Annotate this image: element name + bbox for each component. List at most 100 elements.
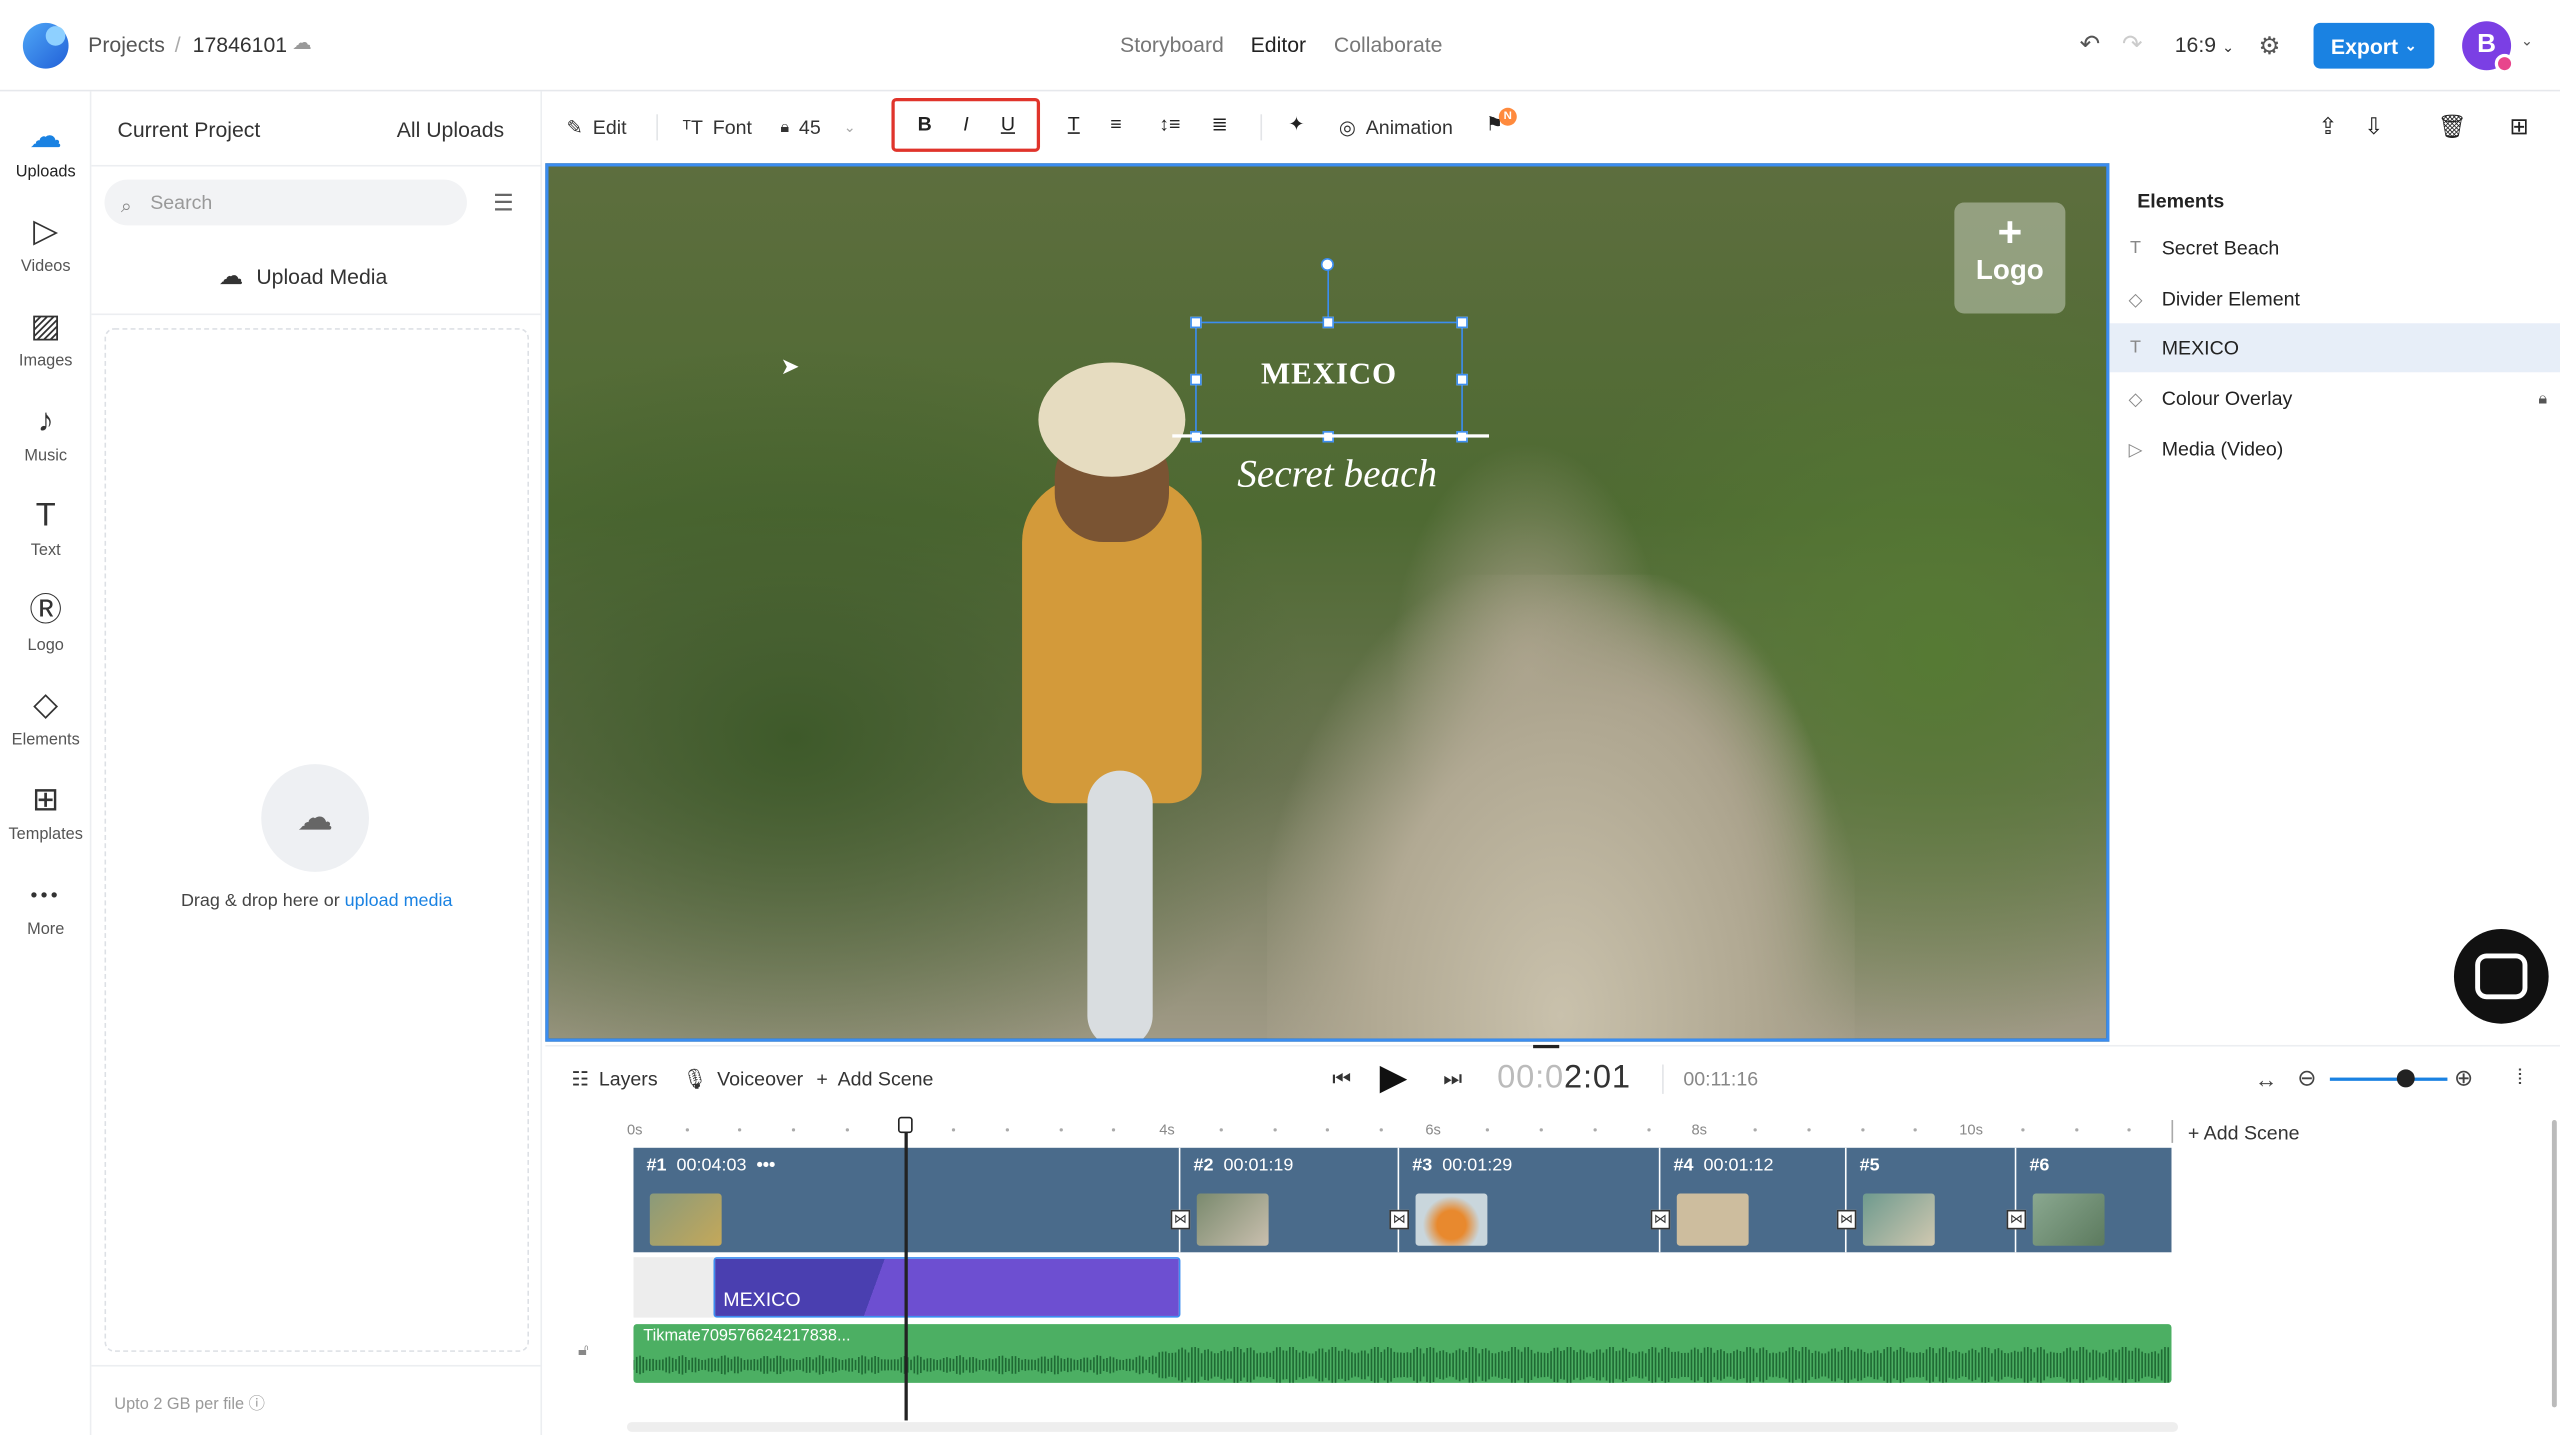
resize-handle[interactable] (1190, 316, 1202, 329)
resize-handle[interactable] (1456, 316, 1468, 329)
rail-item-images[interactable]: ▨ Images (0, 307, 91, 371)
zoom-slider[interactable] (2329, 1077, 2448, 1081)
unlock-icon[interactable]: 🔓︎ (578, 1342, 589, 1360)
send-backward-icon[interactable]: ⇩ (2364, 113, 2383, 141)
aspect-ratio-select[interactable]: 16:9 ⌄ (2175, 33, 2235, 57)
tick (2127, 1128, 2131, 1132)
project-id[interactable]: 17846101 (193, 33, 287, 57)
export-button[interactable]: Export ⌄ (2313, 22, 2435, 69)
skip-forward-icon[interactable]: ⏭ (1443, 1066, 1462, 1092)
timeline-menu-icon[interactable]: ⦙ (2518, 1065, 2523, 1091)
rail-item-videos[interactable]: ▷ Videos (0, 212, 91, 276)
settings-icon[interactable]: ⚙ (2255, 31, 2284, 61)
text-color-icon[interactable]: T (1068, 113, 1080, 136)
voiceover-button[interactable]: 🎙︎ Voiceover (682, 1068, 803, 1091)
zoom-out-icon[interactable]: ⊖ (2297, 1065, 2316, 1093)
resize-grip[interactable] (1533, 1044, 1560, 1049)
scene-duration: 00:01:19 (1223, 1155, 1294, 1176)
magic-wand-icon[interactable]: ✦ (1288, 113, 1304, 136)
tab-storyboard[interactable]: Storyboard (1120, 33, 1224, 57)
timeline-horizontal-scrollbar[interactable] (626, 1422, 2179, 1432)
play-icon[interactable]: ▶ (1380, 1056, 1408, 1098)
scene-clip-6[interactable]: #6 (2016, 1147, 2172, 1253)
text-track-clip[interactable]: MEXICO (713, 1257, 1181, 1318)
rotate-handle[interactable] (1320, 257, 1334, 272)
line-height-icon[interactable]: ↕≡ (1159, 113, 1180, 136)
tab-current-project[interactable]: Current Project (118, 118, 261, 142)
rail-item-templates[interactable]: ⊞ Templates (0, 780, 91, 844)
upload-cloud-icon[interactable]: ☁ (261, 764, 369, 872)
info-icon[interactable]: ⓘ (249, 1396, 265, 1414)
font-button[interactable]: ᵀT Font (682, 116, 751, 139)
more-icon[interactable]: ••• (756, 1156, 775, 1176)
lock-icon[interactable]: 🔒︎ (2538, 389, 2547, 407)
divider-element[interactable] (1172, 434, 1490, 437)
grid-icon[interactable]: ⊞ (2509, 113, 2528, 141)
tab-editor[interactable]: Editor (1251, 33, 1306, 57)
breadcrumb-projects[interactable]: Projects (88, 33, 165, 57)
redo-icon[interactable]: ↷ (2119, 31, 2145, 59)
upload-media-button[interactable]: ☁ Upload Media (219, 261, 388, 291)
logo-placeholder[interactable]: + Logo (1954, 202, 2066, 314)
add-scene-button-right[interactable]: + Add Scene (2188, 1122, 2300, 1145)
chat-support-button[interactable] (2453, 929, 2549, 1024)
scene-clip-4[interactable]: #4 00:01:12 (1660, 1147, 1847, 1253)
element-row-media-video[interactable]: ▷ Media (Video) (2109, 425, 2560, 474)
transition-icon[interactable]: ⋈ (1170, 1209, 1191, 1230)
playhead[interactable] (904, 1120, 907, 1421)
export-label: Export (2330, 33, 2399, 58)
filter-icon[interactable]: ☰ (493, 189, 514, 217)
scene-clip-2[interactable]: #2 00:01:19 (1180, 1147, 1400, 1253)
italic-button[interactable]: I (963, 113, 968, 136)
bring-forward-icon[interactable]: ⇪ (2318, 113, 2337, 141)
element-row-divider[interactable]: ◇ Divider Element (2109, 274, 2560, 323)
align-center-icon[interactable]: ≣ (1211, 113, 1227, 136)
zoom-in-icon[interactable]: ⊕ (2454, 1065, 2473, 1093)
transition-icon[interactable]: ⋈ (1389, 1209, 1410, 1230)
resize-handle[interactable] (1322, 316, 1334, 329)
tab-all-uploads[interactable]: All Uploads (397, 118, 504, 142)
timeline-scrollbar[interactable] (2551, 1120, 2557, 1408)
edit-button[interactable]: ✎ Edit (567, 116, 627, 139)
chevron-down-icon: ⌄ (2404, 36, 2417, 54)
transition-icon[interactable]: ⋈ (2006, 1209, 2027, 1230)
layers-label: Layers (598, 1067, 658, 1091)
animation-button[interactable]: ◎ Animation (1339, 116, 1453, 139)
rail-item-more[interactable]: ••• More (0, 875, 91, 939)
underline-button[interactable]: U (1001, 113, 1015, 136)
upload-media-link[interactable]: upload media (345, 891, 453, 911)
fit-width-icon[interactable]: ↔ (2255, 1066, 2278, 1092)
drop-hint: Drag & drop here or upload media (91, 891, 542, 911)
scene-clip-3[interactable]: #3 00:01:29 (1399, 1147, 1661, 1253)
rail-item-uploads[interactable]: ☁ Uploads (0, 118, 91, 181)
scene-clip-5[interactable]: #5 (1846, 1147, 2017, 1253)
zoom-slider-handle[interactable] (2396, 1069, 2415, 1088)
tab-collaborate[interactable]: Collaborate (1334, 33, 1443, 57)
video-canvas[interactable]: + Logo MEXICO Secret beach ➤ (545, 163, 2110, 1042)
tick (1807, 1128, 1811, 1132)
font-size-select[interactable]: 🔒︎ 45 ⌄ (780, 116, 855, 139)
bold-button[interactable]: B (918, 113, 932, 136)
undo-icon[interactable]: ↶ (2077, 31, 2103, 59)
rail-item-logo[interactable]: Ⓡ Logo (0, 591, 91, 655)
rail-item-text[interactable]: T Text (0, 496, 91, 560)
element-row-secret-beach[interactable]: T Secret Beach (2109, 224, 2560, 273)
delete-icon[interactable]: 🗑︎ (2438, 113, 2467, 141)
playhead-handle[interactable] (897, 1116, 913, 1134)
rail-item-music[interactable]: ♪ Music (0, 402, 91, 465)
transition-icon[interactable]: ⋈ (1836, 1209, 1857, 1230)
subheading-text[interactable]: Secret beach (1195, 454, 1479, 498)
skip-back-icon[interactable]: ⏮ (1332, 1066, 1351, 1092)
layers-button[interactable]: ☷ Layers (571, 1068, 657, 1091)
audio-track-clip[interactable]: Tikmate709576624217838... (633, 1324, 2172, 1383)
element-row-colour-overlay[interactable]: ◇ Colour Overlay 🔒︎ (2109, 374, 2560, 423)
element-row-mexico[interactable]: T MEXICO (2109, 323, 2560, 373)
transition-icon[interactable]: ⋈ (1650, 1209, 1671, 1230)
app-logo-icon[interactable] (22, 22, 69, 69)
align-left-icon[interactable]: ≡ (1110, 113, 1121, 136)
rail-item-elements[interactable]: ◇ Elements (0, 686, 91, 749)
add-scene-button[interactable]: + Add Scene (816, 1068, 933, 1091)
heading-text[interactable]: MEXICO (1195, 358, 1463, 394)
search-input[interactable]: Search (104, 179, 467, 226)
chevron-down-icon[interactable]: ⌄ (2521, 33, 2533, 51)
